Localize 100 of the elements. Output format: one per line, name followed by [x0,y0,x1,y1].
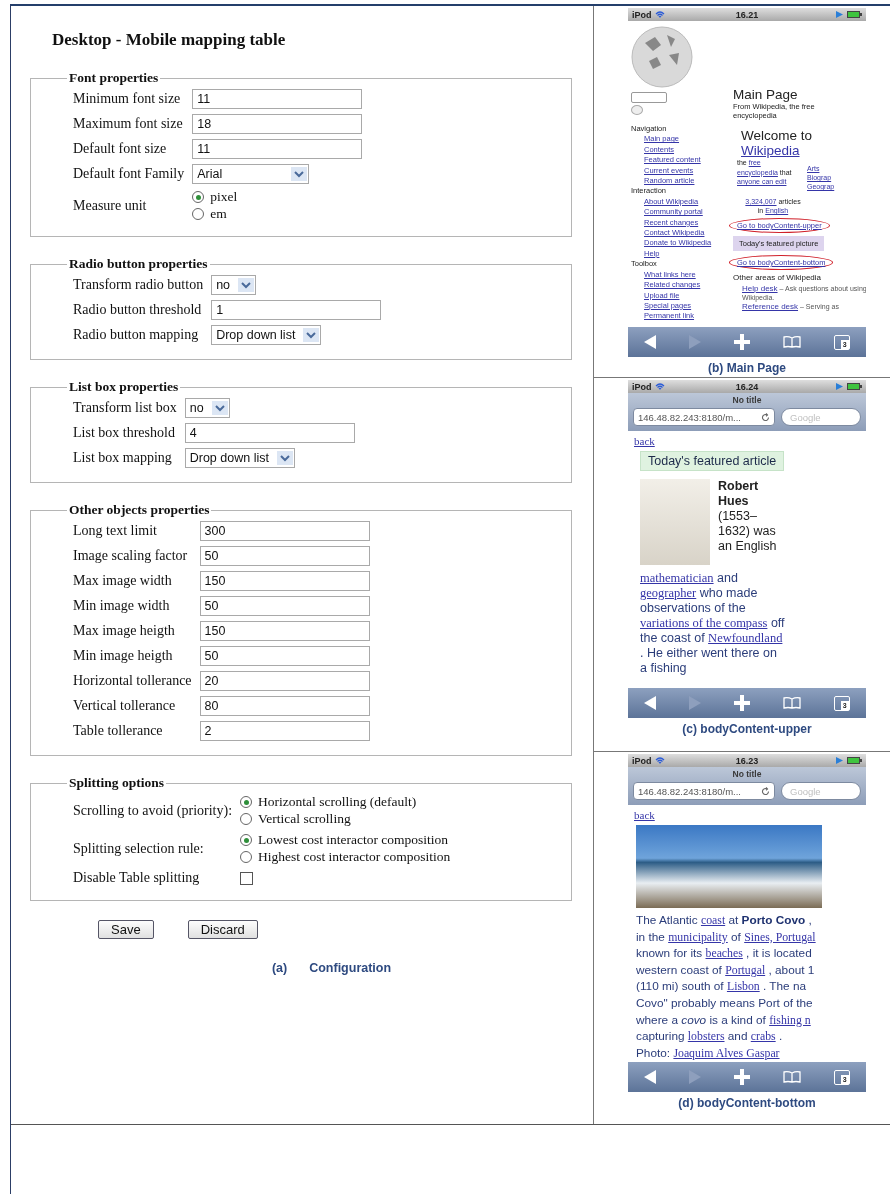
checkbox[interactable] [240,871,254,885]
text-field[interactable]: 18 [192,114,363,134]
wifi-icon [654,10,665,19]
caret-icon [211,401,228,415]
text-link[interactable]: lobsters [687,1029,725,1044]
address-field[interactable]: 146.48.82.243:8180/m... [633,782,775,800]
book-icon[interactable] [782,697,801,709]
back-icon[interactable] [644,1070,657,1084]
radio-button[interactable] [240,813,253,825]
option-label: Lowest cost interactor composition [258,832,449,848]
text-link[interactable]: Help desk [742,284,778,293]
play-icon [836,383,843,390]
text-link[interactable]: geographer [640,586,697,600]
text-field[interactable]: 11 [192,139,363,159]
welcome-heading: Welcome to [741,128,814,143]
text-field[interactable]: 150 [199,621,370,641]
plus-icon[interactable] [734,1069,750,1085]
fieldset-legend: Font properties [67,70,161,86]
reload-icon[interactable] [761,412,770,422]
text-field[interactable]: 50 [199,546,370,566]
field-label: Max image width [73,573,173,589]
text-link[interactable]: crabs [750,1029,776,1044]
radio-button[interactable] [240,796,253,808]
play-icon [836,757,843,764]
text-link[interactable]: mathematician [640,571,714,585]
option-label: Horizontal scrolling (default) [258,794,417,810]
field-label: Splitting selection rule: [73,840,205,857]
action-button[interactable]: Save [98,920,154,939]
field-label: Disable Table splitting [73,870,201,886]
text-field[interactable]: 150 [199,571,370,591]
caret-icon [276,451,293,465]
fieldset-legend: Radio button properties [67,256,210,272]
text-field[interactable]: 80 [199,696,370,716]
caret-icon [303,328,320,342]
search-button[interactable] [631,105,643,115]
radio-button[interactable] [192,191,205,203]
dropdown[interactable]: Arial [192,164,310,184]
carrier-name: iPod [632,381,652,392]
article-text-line: western coast of Portugal , about 1 [636,961,816,979]
dropdown[interactable]: no [211,275,257,295]
back-icon[interactable] [644,335,657,349]
text-link[interactable]: Sines, Portugal [744,929,816,944]
book-icon[interactable] [782,1071,801,1083]
text-field[interactable]: 300 [199,521,370,541]
text-field[interactable]: 50 [199,596,370,616]
article-text-line: where a covo is a kind of fishing n [636,1011,812,1029]
page-title: No title [732,769,762,779]
plus-icon[interactable] [734,695,750,711]
back-icon[interactable] [644,696,657,710]
page-title: No title [732,395,762,405]
option-label: Highest cost interactor composition [258,849,451,865]
option-label: pixel [210,189,238,205]
back-link[interactable]: back [634,435,655,447]
radio-button[interactable] [192,208,205,220]
field-label: Default font Family [73,166,185,182]
text-link[interactable]: beaches [705,946,743,961]
reload-icon[interactable] [761,786,770,796]
field-label: Maximum font size [73,116,184,132]
address-field[interactable]: 146.48.82.243:8180/m... [633,408,775,426]
text-link[interactable]: Lisbon [726,979,760,994]
figure-label: (a) [271,961,288,975]
dropdown[interactable]: Drop down list [184,448,295,468]
clock-time: 16.21 [735,9,759,20]
text-field[interactable]: 1 [211,300,382,320]
radio-button[interactable] [240,851,253,863]
text-link[interactable]: coast [700,913,726,927]
back-link[interactable]: back [634,809,655,821]
text-link[interactable]: variations of the compass [640,616,768,630]
article-text-line: capturing lobsters and crabs . [636,1028,784,1045]
action-button[interactable]: Discard [187,920,258,939]
text-field[interactable]: 4 [184,423,355,443]
figure-caption: (c) bodyContent-upper [681,722,813,736]
battery-icon [847,757,862,764]
fieldset-legend: List box properties [67,379,181,395]
plus-icon[interactable] [734,334,750,350]
text-link[interactable]: Newfoundland [708,631,783,645]
radio-button[interactable] [240,834,253,846]
book-icon[interactable] [782,336,801,348]
dropdown[interactable]: Drop down list [211,325,322,345]
text-link[interactable]: Portugal [725,962,766,977]
search-field[interactable] [631,92,667,103]
field-label: Transform radio button [73,277,204,293]
text-link[interactable]: fishing n [769,1012,811,1027]
caret-icon [238,278,255,292]
play-icon [836,11,843,18]
field-label: List box threshold [73,425,176,441]
text-link[interactable]: municipality [668,929,728,944]
field-label: Horizontal tollerance [73,673,192,689]
text-field[interactable]: 11 [192,89,363,109]
featured-heading: Today's featured article [640,451,785,471]
field-label: Transform list box [73,400,177,416]
text-field[interactable]: 20 [199,671,370,691]
text-link[interactable]: Reference desk [742,302,799,311]
dropdown[interactable]: no [184,398,230,418]
text-link[interactable]: Wikipedia [741,143,800,158]
text-field[interactable]: 2 [199,721,370,741]
text-field[interactable]: 50 [199,646,370,666]
fieldset-legend: Splitting options [67,775,166,791]
field-label: Measure unit [73,197,148,214]
text-link[interactable]: Joaquim Alves Gaspar [673,1045,780,1060]
